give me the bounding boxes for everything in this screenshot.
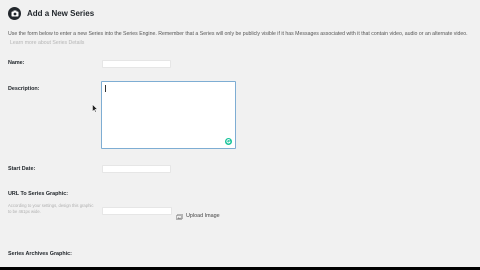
name-label: Name: (8, 60, 25, 66)
upload-image-button[interactable]: Upload Image (176, 207, 220, 225)
url-graphic-help: According to your settings, design this … (8, 203, 94, 214)
archives-graphic-label: Series Archives Graphic: (8, 251, 72, 257)
text-caret (105, 85, 106, 92)
mouse-cursor-icon (92, 104, 98, 113)
intro-description: Use the form below to enter a new Series… (8, 31, 468, 37)
description-label: Description: (8, 86, 40, 92)
start-date-field[interactable] (102, 165, 171, 173)
intro-text: Use the form below to enter a new Series… (8, 30, 470, 48)
url-graphic-field[interactable] (102, 207, 172, 215)
upload-image-label: Upload Image (186, 213, 220, 219)
learn-more-link[interactable]: Learn more about Series Details (10, 40, 84, 46)
name-field[interactable] (102, 60, 171, 68)
url-graphic-label: URL To Series Graphic: (8, 191, 69, 197)
series-form-panel: Add a New Series Use the form below to e… (0, 0, 480, 267)
description-textarea[interactable] (101, 81, 236, 149)
start-date-label: Start Date: (8, 166, 36, 172)
page-title: Add a New Series (27, 8, 95, 18)
grammar-check-icon[interactable] (225, 138, 232, 145)
panel-header: Add a New Series (8, 6, 94, 20)
camera-icon (8, 6, 21, 20)
image-icon (176, 207, 183, 225)
